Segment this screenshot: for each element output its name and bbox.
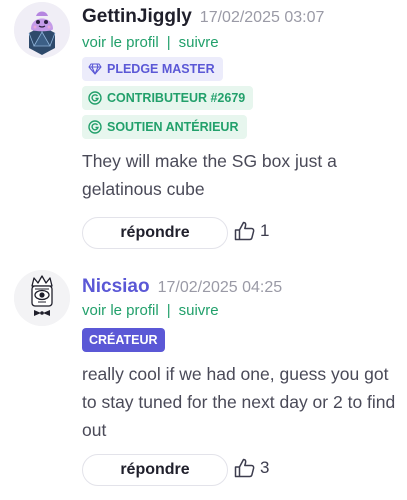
diamond-icon	[88, 63, 102, 75]
comment-text: really cool if we had one, guess you got…	[82, 364, 396, 440]
thumbs-up-icon	[234, 221, 255, 241]
badge-soutien-anterieur: SOUTIEN ANTÉRIEUR	[82, 115, 247, 139]
like-button[interactable]: 1	[234, 221, 269, 241]
timestamp: 17/02/2025 03:07	[199, 9, 325, 26]
username[interactable]: Nicsiao	[82, 276, 150, 298]
badge-label: CONTRIBUTEUR #2679	[107, 91, 246, 105]
like-count: 1	[260, 221, 270, 240]
comment-text: They will make the SG box just a gelatin…	[82, 151, 337, 199]
follow-link[interactable]: suivre	[179, 302, 219, 319]
badge-pledge-master: PLEDGE MASTER	[82, 57, 223, 81]
follow-link[interactable]: suivre	[179, 34, 219, 51]
timestamp: 17/02/2025 04:25	[157, 279, 283, 296]
comment-header: Nicsiao 17/02/2025 04:25	[82, 276, 282, 298]
g-circle-icon	[88, 120, 102, 134]
comment-header: GettinJiggly 17/02/2025 03:07	[82, 6, 324, 28]
profile-links: voir le profil | suivre	[82, 302, 219, 319]
thumbs-up-icon	[234, 458, 255, 478]
like-count: 3	[260, 458, 270, 477]
badge-contributeur: CONTRIBUTEUR #2679	[82, 86, 254, 110]
view-profile-link[interactable]: voir le profil	[82, 34, 159, 51]
reply-button[interactable]: répondre	[82, 454, 228, 486]
badge-label: SOUTIEN ANTÉRIEUR	[107, 120, 239, 134]
badge-label: CRÉATEUR	[89, 333, 158, 347]
user-avatar[interactable]	[14, 2, 70, 58]
comment: GettinJiggly 17/02/2025 03:07 voir le pr…	[0, 0, 407, 258]
username[interactable]: GettinJiggly	[82, 6, 192, 28]
like-button[interactable]: 3	[234, 458, 269, 478]
link-separator: |	[166, 34, 171, 51]
link-separator: |	[166, 302, 171, 319]
g-circle-icon	[88, 91, 102, 105]
reply-button[interactable]: répondre	[82, 217, 228, 249]
profile-links: voir le profil | suivre	[82, 34, 219, 51]
badge-label: PLEDGE MASTER	[107, 62, 215, 76]
view-profile-link[interactable]: voir le profil	[82, 302, 159, 319]
badge-createur: CRÉATEUR	[82, 328, 165, 352]
user-avatar[interactable]	[14, 270, 70, 326]
comment: Nicsiao 17/02/2025 04:25 voir le profil |…	[0, 258, 407, 500]
